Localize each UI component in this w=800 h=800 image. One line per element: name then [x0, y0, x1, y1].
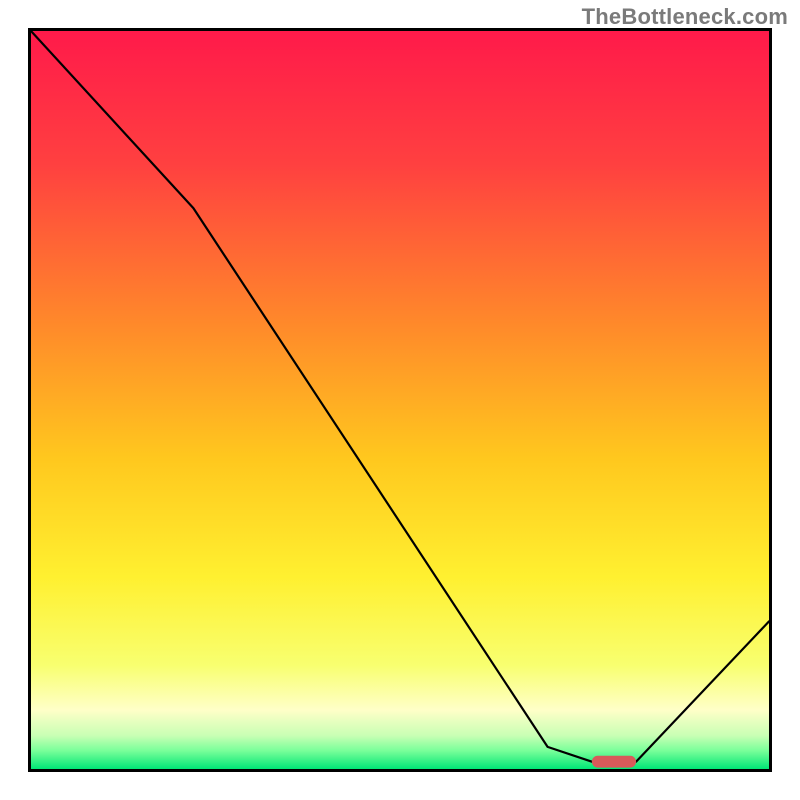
optimum-marker [592, 756, 636, 768]
plot-area [28, 28, 772, 772]
watermark-text: TheBottleneck.com [582, 4, 788, 30]
background-rect [31, 31, 769, 769]
chart-frame: TheBottleneck.com [0, 0, 800, 800]
chart-svg [31, 31, 769, 769]
